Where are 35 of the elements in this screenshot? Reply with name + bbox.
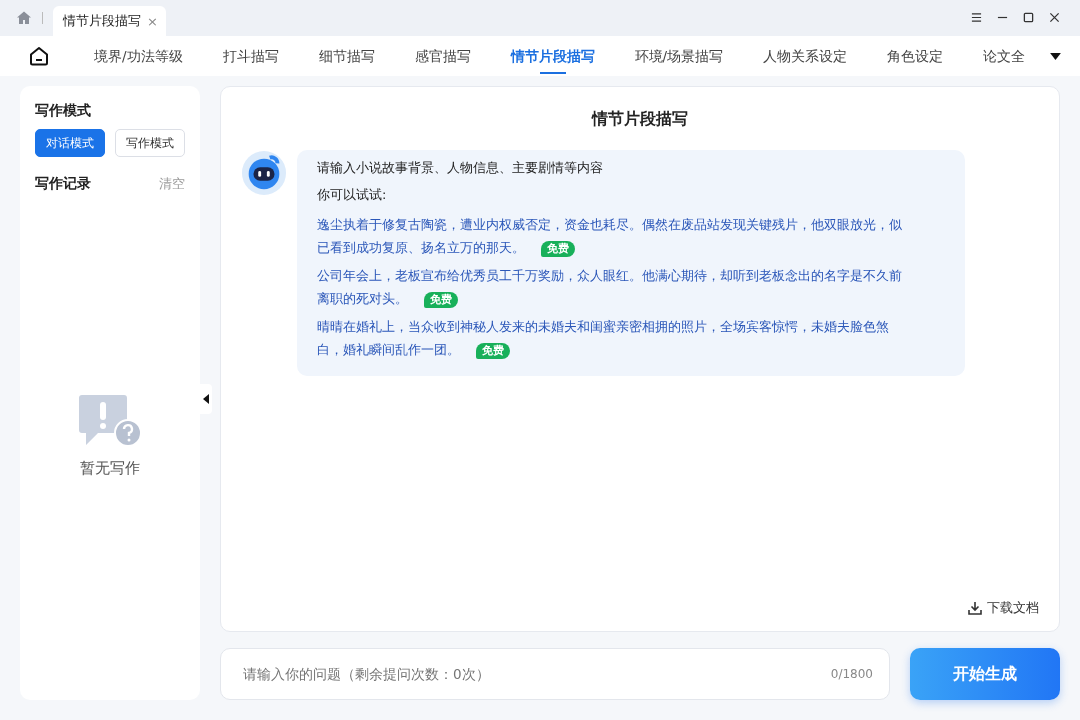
try-label: 你可以试试: <box>317 186 388 204</box>
home-icon[interactable] <box>28 45 50 67</box>
nav-tab[interactable]: 论文全 <box>963 36 1037 76</box>
question-field[interactable]: 请输入你的问题（剩余提问次数：0次） 0/1800 <box>220 648 890 700</box>
nav-tab[interactable]: 感官描写 <box>394 36 491 76</box>
question-input[interactable]: 请输入你的问题（剩余提问次数：0次） <box>241 665 831 683</box>
nav-tab[interactable]: 角色设定 <box>867 36 964 76</box>
download-button[interactable]: 下载文档 <box>967 599 1039 617</box>
nav-tab[interactable]: 打斗描写 <box>202 36 299 76</box>
suggestion-link[interactable]: 晴晴在婚礼上，当众收到神秘人发来的未婚夫和闺蜜亲密相拥的照片，全场宾客惊愕，未婚夫脸色煞白，婚礼瞬间乱作一团。 免费 <box>317 315 909 361</box>
page-title: 情节片段描写 <box>590 109 689 130</box>
menu-icon[interactable] <box>971 12 982 23</box>
dropdown-icon[interactable] <box>1049 51 1062 61</box>
collapse-handle[interactable] <box>200 384 212 414</box>
close-icon[interactable] <box>1049 12 1060 23</box>
mode-button[interactable]: 对话模式 <box>35 129 105 157</box>
suggestion-link[interactable]: 逸尘执着于修复古陶瓷，遭业内权威否定，资金也耗尽。偶然在废品站发现关键残片，他双眼放光，似已看到成功复原、扬名立万的那天。 免费 <box>317 213 909 259</box>
character-counter: 0/1800 <box>830 667 873 681</box>
section-title: 写作记录 <box>35 175 91 193</box>
close-tab-button[interactable]: × <box>147 13 158 29</box>
window-tab[interactable]: 情节片段描写 × <box>53 6 166 36</box>
download-icon <box>967 600 983 616</box>
section-title: 写作模式 <box>35 102 92 120</box>
empty-text: 暂无写作 <box>80 459 140 478</box>
nav-tab[interactable]: 情节片段描写 <box>490 36 615 76</box>
mode-button[interactable]: 写作模式 <box>115 129 185 157</box>
intro-text: 请输入小说故事背景、人物信息、主要剧情等内容 <box>317 159 604 177</box>
nav-tab[interactable]: 境界/功法等级 <box>74 36 203 76</box>
nav-tab[interactable]: 细节描写 <box>298 36 395 76</box>
maximize-icon[interactable] <box>1023 12 1034 23</box>
tab-title: 情节片段描写 <box>63 12 141 30</box>
suggestion-link[interactable]: 公司年会上，老板宣布给优秀员工千万奖励，众人眼红。他满心期待，却听到老板念出的名字是不久前离职的死对头。 免费 <box>317 264 909 310</box>
nav-tab[interactable]: 人物关系设定 <box>743 36 868 76</box>
nav-tab[interactable]: 环境/场景描写 <box>614 36 744 76</box>
robot-avatar-icon <box>241 150 287 196</box>
